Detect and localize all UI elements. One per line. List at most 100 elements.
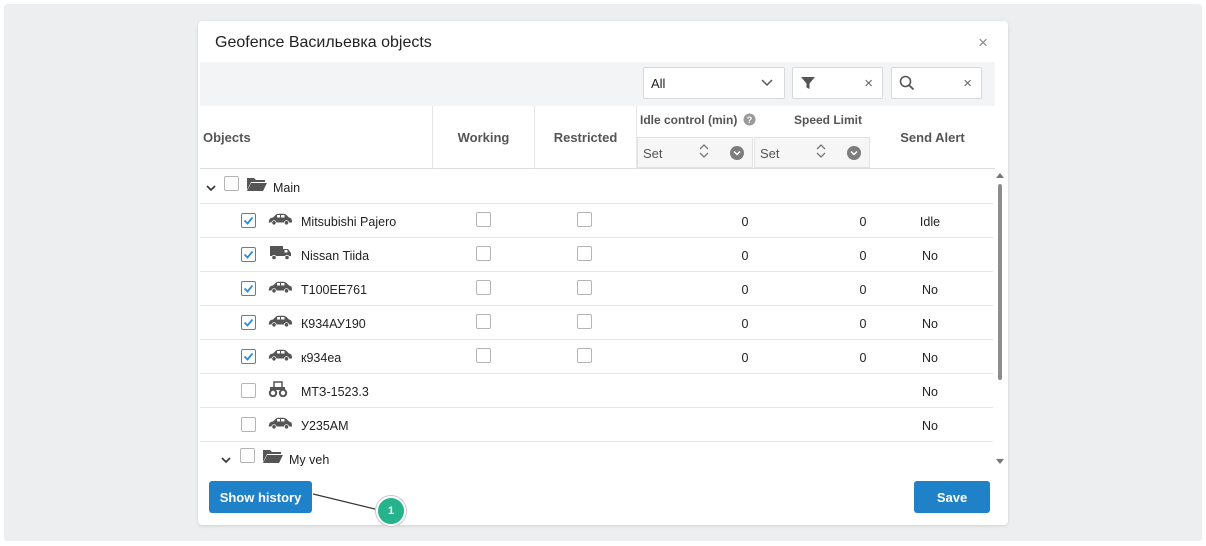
speed-limit-value: 0 bbox=[859, 317, 867, 331]
idle-control-text: Idle control (min) bbox=[640, 113, 738, 127]
group-row-myveh: My veh bbox=[200, 442, 993, 466]
row-checkbox[interactable] bbox=[241, 247, 256, 262]
chevron-down-icon[interactable] bbox=[220, 454, 232, 466]
table-row: Nissan Tiida 0 0 No bbox=[200, 238, 993, 272]
speed-limit-value: 0 bbox=[859, 351, 867, 365]
idle-set-label: Set bbox=[643, 146, 663, 161]
object-name: Mitsubishi Pajero bbox=[301, 215, 397, 229]
filter-field[interactable]: × bbox=[792, 67, 883, 99]
send-alert-value[interactable]: No bbox=[910, 385, 950, 399]
chevron-circle-icon[interactable] bbox=[730, 146, 744, 160]
status-select[interactable]: All bbox=[643, 67, 785, 99]
chevron-circle-icon[interactable] bbox=[847, 146, 861, 160]
toolbar: All × × bbox=[200, 62, 995, 106]
speed-limit-value: 0 bbox=[859, 249, 867, 263]
working-checkbox[interactable] bbox=[476, 212, 491, 227]
scroll-down-icon[interactable] bbox=[996, 459, 1004, 465]
check-icon bbox=[243, 284, 254, 293]
restricted-checkbox[interactable] bbox=[577, 348, 592, 363]
col-speed-limit-label: Speed Limit bbox=[794, 113, 863, 127]
object-name: к934еа bbox=[301, 351, 342, 365]
idle-set-stepper[interactable]: Set bbox=[637, 137, 753, 168]
row-checkbox[interactable] bbox=[241, 281, 256, 296]
send-alert-value[interactable]: Idle bbox=[910, 215, 950, 229]
working-checkbox[interactable] bbox=[476, 246, 491, 261]
folder-icon bbox=[247, 178, 267, 191]
up-down-icon[interactable] bbox=[698, 142, 710, 160]
col-restricted: Restricted bbox=[535, 106, 637, 169]
car-icon bbox=[267, 416, 293, 433]
car-icon bbox=[267, 280, 293, 297]
svg-text:?: ? bbox=[746, 115, 752, 125]
filter-icon bbox=[801, 77, 815, 89]
search-clear-icon[interactable]: × bbox=[963, 75, 972, 92]
idle-control-value: 0 bbox=[741, 249, 749, 263]
idle-control-value: 0 bbox=[741, 317, 749, 331]
col-objects-label: Objects bbox=[203, 130, 251, 145]
scrollbar[interactable] bbox=[996, 172, 1006, 468]
filter-clear-icon[interactable]: × bbox=[864, 75, 873, 92]
status-select-value: All bbox=[651, 76, 666, 91]
object-name: T100EE761 bbox=[301, 283, 368, 297]
send-alert-value[interactable]: No bbox=[910, 283, 950, 297]
car-icon bbox=[267, 212, 293, 229]
search-field[interactable]: × bbox=[891, 67, 982, 99]
restricted-checkbox[interactable] bbox=[577, 280, 592, 295]
up-down-icon[interactable] bbox=[815, 142, 827, 160]
working-checkbox[interactable] bbox=[476, 280, 491, 295]
chevron-down-icon bbox=[761, 79, 773, 87]
col-send-alert: Send Alert bbox=[870, 106, 995, 169]
col-objects: Objects bbox=[200, 106, 433, 169]
speed-set-stepper[interactable]: Set bbox=[754, 137, 870, 168]
close-icon[interactable]: × bbox=[978, 33, 988, 53]
object-name: МТЗ-1523.3 bbox=[301, 385, 369, 399]
help-icon[interactable]: ? bbox=[743, 113, 756, 126]
show-history-button[interactable]: Show history bbox=[209, 481, 312, 513]
object-name: У235АМ bbox=[301, 419, 349, 433]
car-icon bbox=[267, 314, 293, 331]
col-working-label: Working bbox=[457, 130, 510, 145]
group-checkbox[interactable] bbox=[240, 448, 255, 463]
row-checkbox[interactable] bbox=[241, 349, 256, 364]
car-icon bbox=[267, 348, 293, 365]
chevron-down-icon[interactable] bbox=[205, 182, 217, 194]
check-icon bbox=[243, 216, 254, 225]
working-checkbox[interactable] bbox=[476, 314, 491, 329]
send-alert-value[interactable]: No bbox=[910, 351, 950, 365]
table-header: Objects Working Restricted Idle control … bbox=[200, 106, 995, 169]
table-row: к934еа 0 0 No bbox=[200, 340, 993, 374]
row-checkbox[interactable] bbox=[241, 315, 256, 330]
row-checkbox[interactable] bbox=[241, 383, 256, 398]
objects-table-body: Main Mitsubishi Pajero 0 0 Idle Nissan Tiida… bbox=[200, 170, 993, 466]
col-working: Working bbox=[433, 106, 535, 169]
scrollbar-thumb[interactable] bbox=[998, 184, 1002, 380]
idle-control-value: 0 bbox=[741, 283, 749, 297]
restricted-checkbox[interactable] bbox=[577, 246, 592, 261]
folder-icon bbox=[263, 450, 283, 463]
working-checkbox[interactable] bbox=[476, 348, 491, 363]
row-checkbox[interactable] bbox=[241, 213, 256, 228]
geofence-objects-dialog: Geofence Васильевка objects × All × × Ob… bbox=[198, 21, 1008, 525]
group-label: My veh bbox=[289, 453, 330, 466]
table-row: МТЗ-1523.3 No bbox=[200, 374, 993, 408]
scroll-up-icon[interactable] bbox=[996, 172, 1004, 178]
save-button[interactable]: Save bbox=[914, 481, 990, 513]
idle-control-value: 0 bbox=[741, 351, 749, 365]
check-icon bbox=[243, 352, 254, 361]
search-icon bbox=[899, 75, 915, 91]
restricted-checkbox[interactable] bbox=[577, 212, 592, 227]
speed-limit-value: 0 bbox=[859, 215, 867, 229]
check-icon bbox=[243, 318, 254, 327]
send-alert-value[interactable]: No bbox=[910, 249, 950, 263]
col-idle-control-label: Idle control (min) ? bbox=[640, 113, 756, 127]
group-checkbox[interactable] bbox=[224, 176, 239, 191]
send-alert-value[interactable]: No bbox=[910, 317, 950, 331]
send-alert-value[interactable]: No bbox=[910, 419, 950, 433]
table-row: У235АМ No bbox=[200, 408, 993, 442]
col-send-alert-label: Send Alert bbox=[900, 130, 965, 145]
row-checkbox[interactable] bbox=[241, 417, 256, 432]
restricted-checkbox[interactable] bbox=[577, 314, 592, 329]
group-row-main: Main bbox=[200, 170, 993, 204]
callout-badge: 1 bbox=[376, 496, 406, 526]
idle-control-value: 0 bbox=[741, 215, 749, 229]
